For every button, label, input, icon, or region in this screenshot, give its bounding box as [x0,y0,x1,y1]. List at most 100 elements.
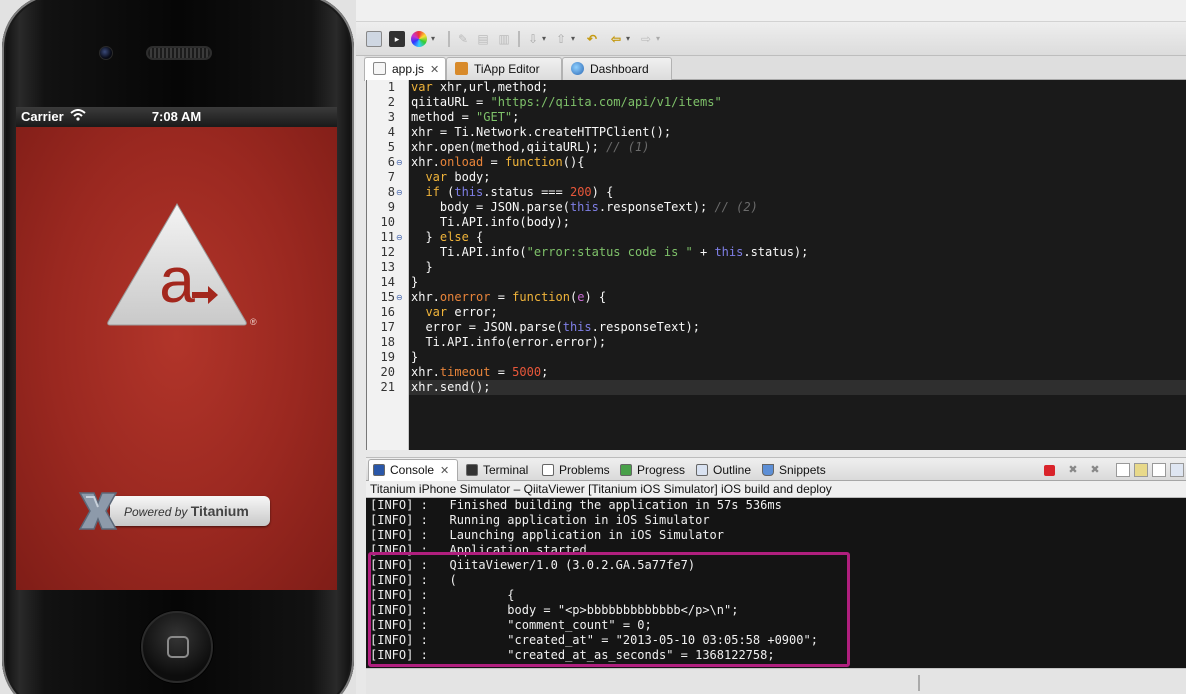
logo-letter: a [159,244,195,316]
line-number: 16 [380,305,395,319]
line-number: 18 [380,335,395,349]
remove-all-icon[interactable]: ✖ [1088,463,1102,477]
tab-label: Progress [637,463,686,477]
line-number: 12 [380,245,395,259]
chevron-down-icon[interactable]: ▾ [540,31,548,47]
remove-launch-icon[interactable]: ✖ [1066,463,1080,477]
fold-toggle-icon[interactable]: ⊖ [396,155,403,170]
tab-progress[interactable]: Progress [616,460,688,481]
next-annotation-icon[interactable]: ⇩ [526,31,540,47]
line-number: 13 [380,260,395,274]
console-launch-title: Titanium iPhone Simulator – QiitaViewer … [366,481,1186,498]
chevron-down-icon[interactable]: ▾ [569,31,577,47]
bookmark-icon [762,464,774,476]
stop-icon[interactable] [1044,465,1055,476]
scroll-lock-icon[interactable] [1134,463,1148,477]
clear-console-icon[interactable] [1116,463,1130,477]
monitor-icon[interactable] [366,31,382,47]
tab-label: Dashboard [590,62,649,76]
code-line: } [411,260,433,274]
titanium-studio-ide: ▸ ▾ ✎ ▤ ▥ ⇩ ▾ ⇧ ▾ ↶ ⇦ ▾ ⇨ ▾ app.js ✕ TiAp… [356,0,1186,694]
code-line: qiitaURL = "https://qiita.com/api/v1/ite… [411,95,722,109]
code-line: Ti.API.info(error.error); [411,335,607,349]
powered-by-titanium-badge: Powered by Titanium [74,487,274,535]
code-line: var error; [425,305,498,319]
console-icon [373,464,385,476]
line-number: 11 [380,230,395,244]
forward-icon[interactable]: ⇨ [638,31,654,47]
tab-label: app.js [392,62,425,76]
tab-outline[interactable]: Outline [692,460,754,481]
fold-toggle-icon[interactable]: ⊖ [396,230,403,245]
line-number: 17 [380,320,395,334]
doc-icon[interactable]: ▤ [476,31,490,47]
last-edit-icon[interactable]: ↶ [584,31,600,47]
fold-toggle-icon[interactable]: ⊖ [396,290,403,305]
show-console-icon[interactable] [1152,463,1166,477]
line-number: 7 [387,170,395,184]
device-screen[interactable]: Carrier 7:08 AM a ® Powered by Titanium [16,107,337,590]
main-toolbar: ▸ ▾ ✎ ▤ ▥ ⇩ ▾ ⇧ ▾ ↶ ⇦ ▾ ⇨ ▾ [356,22,1186,56]
ios-status-bar: Carrier 7:08 AM [16,107,337,127]
back-icon[interactable]: ⇦ [608,31,624,47]
code-line: } [411,350,419,364]
close-icon[interactable]: ✕ [430,64,439,76]
tab-dashboard[interactable]: Dashboard [562,57,672,80]
tab-problems[interactable]: Problems [538,460,612,481]
tab-snippets[interactable]: Snippets [758,460,830,481]
code-line: Ti.API.info(body); [411,215,570,229]
tab-label: Problems [559,463,610,477]
progress-icon [620,464,632,476]
tab-label: Terminal [483,463,529,477]
pen-icon[interactable]: ✎ [456,31,470,47]
console-line: [INFO] : Running application in iOS Simu… [370,513,710,527]
fold-toggle-icon[interactable]: ⊖ [396,185,403,200]
status-divider [918,675,920,691]
tab-console[interactable]: Console ✕ [368,459,458,482]
code-editor[interactable]: 1 2 3 4 5 6 7 8 9 10 11 12 13 14 15 16 1… [366,80,1186,450]
globe-icon [571,62,584,75]
close-icon[interactable]: ✕ [440,465,449,477]
code-line: var body; [425,170,491,184]
toolbar-separator [448,31,450,47]
open-console-icon[interactable] [1170,463,1184,477]
chevron-down-icon[interactable]: ▾ [624,31,632,47]
code-line: var xhr,url,method; [411,80,549,94]
line-number: 3 [387,110,395,124]
code-text[interactable]: var xhr,url,method; qiitaURL = "https://… [409,80,1186,450]
toolbar-separator [518,31,520,47]
line-number: 14 [380,275,395,289]
line-number: 9 [387,200,395,214]
tab-label: TiApp Editor [474,62,540,76]
tab-label: Snippets [779,463,826,477]
terminal-icon [466,464,478,476]
tab-terminal[interactable]: Terminal [462,460,534,481]
outline-icon [696,464,708,476]
appcelerator-logo-icon: a [107,203,247,326]
tab-label: Outline [713,463,752,477]
tab-app-js[interactable]: app.js ✕ [364,57,446,81]
screen-root: Carrier 7:08 AM a ® Powered by Titanium … [0,0,1186,694]
console-output[interactable]: [INFO] : Finished building the applicati… [366,498,1186,668]
code-line: xhr.timeout = 5000; [411,365,549,379]
tiapp-icon [455,62,468,75]
powered-by-label: Powered by Titanium [110,496,270,526]
camera-icon [99,46,113,60]
doc2-icon[interactable]: ▥ [497,31,511,47]
tab-label: Console [390,463,435,477]
terminal-icon[interactable]: ▸ [389,31,405,47]
chevron-down-icon[interactable]: ▾ [429,31,437,47]
code-line: xhr.onerror = function(e) { [411,290,607,304]
current-line-highlight [409,380,1186,395]
code-line: xhr.send(); [411,380,491,394]
line-number: 21 [380,380,395,394]
line-number: 15 [380,290,395,304]
line-number: 1 [387,80,395,94]
color-wheel-icon[interactable] [411,31,427,47]
chevron-down-icon[interactable]: ▾ [654,31,662,47]
code-line: body = JSON.parse(this.responseText); //… [411,200,758,214]
prev-annotation-icon[interactable]: ⇧ [554,31,568,47]
console-line: [INFO] : Finished building the applicati… [370,498,782,512]
home-button[interactable] [141,611,213,683]
tab-tiapp-editor[interactable]: TiApp Editor [446,57,562,80]
